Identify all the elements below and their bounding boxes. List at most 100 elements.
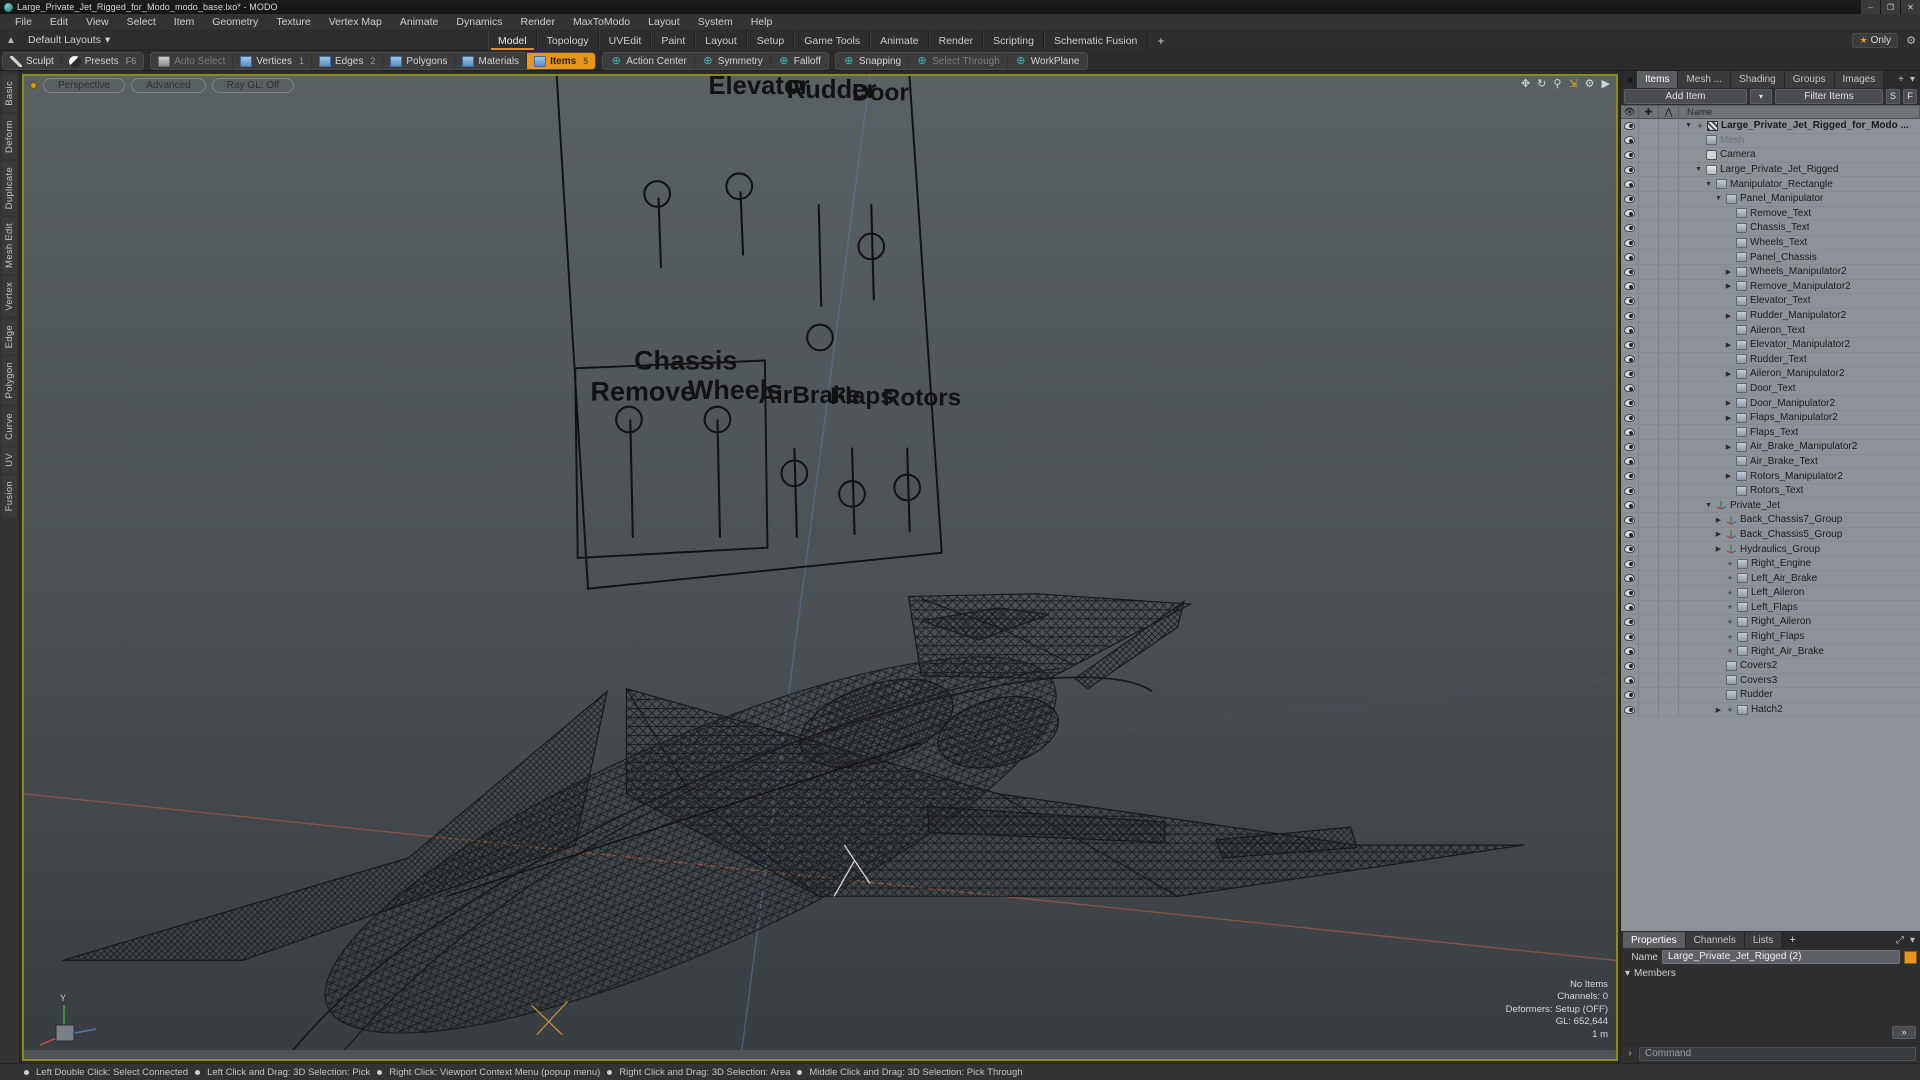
row-add-cell[interactable]: [1639, 249, 1659, 265]
row-transform-cell[interactable]: [1659, 293, 1679, 309]
menu-item-system[interactable]: System: [689, 14, 742, 31]
row-name-cell[interactable]: ▶ Remove_Manipulator2: [1679, 281, 1920, 292]
home-icon[interactable]: ▲: [0, 35, 22, 46]
row-name-cell[interactable]: Flaps_Text: [1679, 427, 1920, 438]
panel-menu-dot[interactable]: [1623, 71, 1637, 88]
items-list-row[interactable]: ▶ + Hatch2: [1621, 702, 1920, 718]
items-list-row[interactable]: Air_Brake_Text: [1621, 454, 1920, 470]
row-transform-cell[interactable]: [1659, 119, 1679, 134]
row-name-cell[interactable]: ▶ Back_Chassis5_Group: [1679, 529, 1920, 540]
row-transform-cell[interactable]: [1659, 629, 1679, 644]
row-add-cell[interactable]: [1639, 381, 1659, 396]
row-transform-cell[interactable]: [1659, 658, 1679, 674]
viewport-menu-dot[interactable]: [30, 81, 37, 89]
items-list-row[interactable]: Aileron_Text: [1621, 322, 1920, 338]
visibility-toggle[interactable]: [1621, 512, 1639, 528]
visibility-toggle[interactable]: [1621, 220, 1639, 236]
items-list-row[interactable]: + Left_Flaps: [1621, 600, 1920, 616]
menu-item-maxtomodo[interactable]: MaxToModo: [564, 14, 639, 31]
expand-icon[interactable]: ⤢: [1896, 935, 1904, 946]
row-add-cell[interactable]: [1639, 658, 1659, 674]
tree-twisty-icon[interactable]: ▶: [1724, 370, 1733, 378]
row-name-cell[interactable]: Remove_Text: [1679, 208, 1920, 219]
row-name-cell[interactable]: Rudder: [1679, 689, 1920, 700]
add-item-button[interactable]: Add Item: [1624, 89, 1747, 104]
items-list-row[interactable]: + Right_Engine: [1621, 556, 1920, 572]
row-transform-cell[interactable]: [1659, 527, 1679, 542]
row-name-cell[interactable]: ▶ Air_Brake_Manipulator2: [1679, 441, 1920, 452]
tree-twisty-icon[interactable]: ▶: [1724, 399, 1733, 407]
row-transform-cell[interactable]: [1659, 439, 1679, 455]
item-color-swatch[interactable]: [1904, 950, 1917, 964]
row-name-cell[interactable]: Rotors_Text: [1679, 485, 1920, 496]
layout-tab-schematic-fusion[interactable]: Schematic Fusion: [1043, 31, 1148, 50]
row-transform-cell[interactable]: [1659, 702, 1679, 717]
row-add-cell[interactable]: [1639, 527, 1659, 542]
row-add-cell[interactable]: [1639, 191, 1659, 207]
items-list-row[interactable]: ▶ Hydraulics_Group: [1621, 541, 1920, 557]
visibility-toggle[interactable]: [1621, 147, 1639, 163]
row-transform-cell[interactable]: [1659, 264, 1679, 280]
visibility-toggle[interactable]: [1621, 264, 1639, 280]
tree-plus-icon[interactable]: +: [1726, 559, 1734, 569]
tab-groups[interactable]: Groups: [1784, 71, 1835, 88]
row-add-cell[interactable]: [1639, 600, 1659, 615]
row-transform-cell[interactable]: [1659, 614, 1679, 630]
menu-item-edit[interactable]: Edit: [41, 14, 77, 31]
visibility-toggle[interactable]: [1621, 527, 1639, 542]
tree-plus-icon[interactable]: +: [1726, 632, 1734, 642]
items-list-row[interactable]: ▼ Private_Jet: [1621, 497, 1920, 514]
items-list-row[interactable]: + Left_Aileron: [1621, 585, 1920, 601]
column-name-header[interactable]: Name: [1679, 105, 1920, 119]
menu-item-item[interactable]: Item: [165, 14, 203, 31]
items-list-row[interactable]: Mesh: [1621, 133, 1920, 149]
row-add-cell[interactable]: [1639, 643, 1659, 659]
row-name-cell[interactable]: ▼ Panel_Manipulator: [1679, 193, 1920, 204]
row-add-cell[interactable]: [1639, 556, 1659, 571]
row-transform-cell[interactable]: [1659, 424, 1679, 440]
row-transform-cell[interactable]: [1659, 454, 1679, 469]
row-name-cell[interactable]: + Left_Aileron: [1679, 587, 1920, 598]
gear-icon[interactable]: ⚙: [1585, 78, 1595, 90]
visibility-toggle[interactable]: [1621, 614, 1639, 630]
row-name-cell[interactable]: Door_Text: [1679, 383, 1920, 394]
add-layout-tab-button[interactable]: +: [1147, 31, 1174, 50]
row-transform-cell[interactable]: [1659, 352, 1679, 367]
visibility-toggle[interactable]: [1621, 133, 1639, 148]
row-name-cell[interactable]: Panel_Chassis: [1679, 252, 1920, 263]
tree-twisty-icon[interactable]: ▼: [1704, 181, 1713, 188]
row-name-cell[interactable]: ▶ Rudder_Manipulator2: [1679, 310, 1920, 321]
row-name-cell[interactable]: Covers3: [1679, 675, 1920, 686]
row-add-cell[interactable]: [1639, 497, 1659, 513]
tree-twisty-icon[interactable]: ▶: [1724, 312, 1733, 320]
row-add-cell[interactable]: [1639, 322, 1659, 338]
items-list-row[interactable]: Elevator_Text: [1621, 293, 1920, 309]
left-tab-basic[interactable]: Basic: [2, 75, 17, 112]
tree-twisty-icon[interactable]: ▶: [1724, 443, 1733, 451]
layout-tab-topology[interactable]: Topology: [536, 31, 599, 50]
items-list-row[interactable]: Covers2: [1621, 658, 1920, 674]
row-transform-cell[interactable]: [1659, 337, 1679, 352]
row-transform-cell[interactable]: [1659, 191, 1679, 207]
row-add-cell[interactable]: [1639, 673, 1659, 688]
left-tab-mesh-edit[interactable]: Mesh Edit: [2, 217, 17, 274]
row-add-cell[interactable]: [1639, 352, 1659, 367]
items-list-row[interactable]: Flaps_Text: [1621, 424, 1920, 441]
visibility-toggle[interactable]: [1621, 308, 1639, 323]
minimize-button[interactable]: –: [1861, 0, 1880, 14]
row-transform-cell[interactable]: [1659, 512, 1679, 528]
visibility-toggle[interactable]: [1621, 585, 1639, 601]
row-name-cell[interactable]: ▶ + Hatch2: [1679, 704, 1920, 715]
row-transform-cell[interactable]: [1659, 570, 1679, 586]
tree-twisty-icon[interactable]: ▼: [1714, 195, 1723, 202]
gear-icon[interactable]: ⚙: [1906, 34, 1916, 47]
items-list-row[interactable]: ▶ Wheels_Manipulator2: [1621, 264, 1920, 280]
row-name-cell[interactable]: ▼ Private_Jet: [1679, 500, 1920, 511]
tree-plus-icon[interactable]: +: [1726, 617, 1734, 627]
move-icon[interactable]: ✥: [1521, 78, 1530, 90]
items-list-row[interactable]: + Right_Aileron: [1621, 614, 1920, 630]
filter-f-button[interactable]: F: [1903, 89, 1917, 104]
row-add-cell[interactable]: [1639, 220, 1659, 236]
column-transform-icon[interactable]: ⋀: [1659, 105, 1679, 119]
tree-twisty-icon[interactable]: ▶: [1724, 268, 1733, 276]
